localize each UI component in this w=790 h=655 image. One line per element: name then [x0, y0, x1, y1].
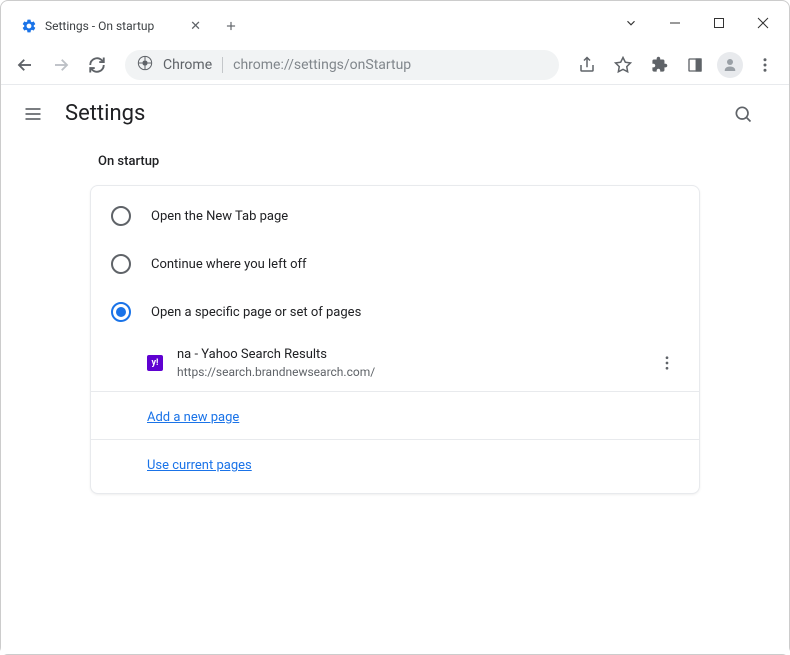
menu-icon[interactable]	[751, 51, 779, 79]
bookmark-icon[interactable]	[609, 51, 637, 79]
radio-label: Open a specific page or set of pages	[151, 305, 361, 320]
radio-label: Open the New Tab page	[151, 209, 288, 224]
radio-option-new-tab[interactable]: Open the New Tab page	[91, 192, 699, 240]
extensions-icon[interactable]	[645, 51, 673, 79]
radio-option-continue[interactable]: Continue where you left off	[91, 240, 699, 288]
chevron-down-icon[interactable]	[609, 8, 653, 38]
on-startup-section: On startup Open the New Tab page Continu…	[80, 154, 710, 494]
minimize-button[interactable]	[653, 8, 697, 38]
radio-option-specific-pages[interactable]: Open a specific page or set of pages	[91, 288, 699, 336]
url-text: chrome://settings/onStartup	[233, 57, 411, 73]
address-bar[interactable]: Chrome chrome://settings/onStartup	[125, 50, 559, 80]
divider	[222, 57, 223, 73]
search-icon[interactable]	[731, 102, 755, 126]
add-page-row: Add a new page	[91, 391, 699, 439]
close-window-button[interactable]	[741, 8, 785, 38]
page-entry-title: na - Yahoo Search Results	[177, 346, 641, 364]
forward-button[interactable]	[47, 51, 75, 79]
startup-page-row: y! na - Yahoo Search Results https://sea…	[91, 336, 699, 391]
radio-icon	[111, 302, 131, 322]
page-entry-url: https://search.brandnewsearch.com/	[177, 364, 641, 381]
use-current-pages-link[interactable]: Use current pages	[147, 458, 252, 473]
sidepanel-icon[interactable]	[681, 51, 709, 79]
profile-avatar[interactable]	[717, 52, 743, 78]
more-actions-icon[interactable]	[655, 354, 679, 372]
settings-header: Settings	[1, 85, 789, 142]
page-title: Settings	[65, 101, 711, 126]
site-info-icon[interactable]	[137, 55, 153, 75]
share-icon[interactable]	[573, 51, 601, 79]
use-current-row: Use current pages	[91, 439, 699, 487]
window-titlebar	[1, 1, 789, 45]
page-content: Settings On startup Open the New Tab pag…	[1, 85, 789, 654]
radio-icon	[111, 254, 131, 274]
maximize-button[interactable]	[697, 8, 741, 38]
browser-toolbar: Chrome chrome://settings/onStartup	[1, 45, 789, 85]
startup-card: Open the New Tab page Continue where you…	[90, 185, 700, 494]
radio-icon	[111, 206, 131, 226]
hamburger-menu-icon[interactable]	[21, 102, 45, 126]
radio-label: Continue where you left off	[151, 257, 307, 272]
yahoo-favicon-icon: y!	[147, 355, 163, 371]
back-button[interactable]	[11, 51, 39, 79]
page-info: na - Yahoo Search Results https://search…	[177, 346, 641, 381]
reload-button[interactable]	[83, 51, 111, 79]
section-title: On startup	[98, 154, 700, 169]
url-scheme: Chrome	[163, 57, 212, 73]
add-new-page-link[interactable]: Add a new page	[147, 410, 239, 425]
